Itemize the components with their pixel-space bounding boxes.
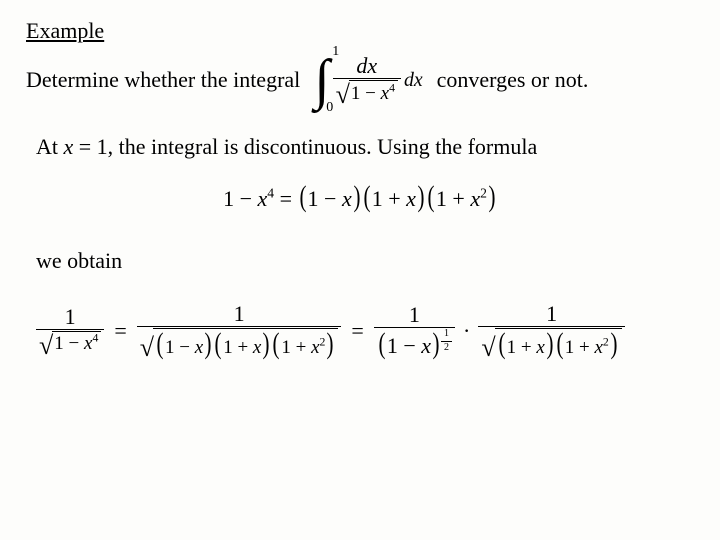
radicand-const: 1 − xyxy=(351,83,381,104)
n1: 1 xyxy=(62,305,79,328)
equation-chain: 1 √ 1 − x4 = 1 √ (1 − x)(1 + x)(1 + x2) xyxy=(36,302,694,359)
n2: 1 xyxy=(231,302,248,325)
dot-icon: · xyxy=(461,318,472,344)
f1a: 1 − xyxy=(308,186,342,211)
integral-lower: 0 xyxy=(326,100,333,116)
f3a: 1 + xyxy=(436,186,470,211)
q2a: 1 + xyxy=(507,337,537,358)
equals-2: = xyxy=(347,318,367,344)
r1v: x xyxy=(421,333,431,358)
m3a: 1 + xyxy=(281,337,311,358)
term-lhs: 1 √ 1 − x4 xyxy=(36,305,104,357)
l1a: 1 − xyxy=(54,333,84,354)
radical-icon: √ xyxy=(481,335,495,361)
n4: 1 xyxy=(543,302,560,325)
text-converges: converges or not. xyxy=(437,67,589,93)
text-rest: = 1, the integral is discontinuous. Usin… xyxy=(73,134,537,159)
f1v: x xyxy=(342,186,352,211)
equals-1: = xyxy=(110,318,130,344)
f3v: x xyxy=(470,186,480,211)
n3: 1 xyxy=(406,303,423,326)
integral-symbol-icon: ∫ xyxy=(314,54,329,106)
term-r2: 1 √ (1 + x)(1 + x2) xyxy=(478,302,624,359)
ebot: 2 xyxy=(441,343,452,354)
heading-example: Example xyxy=(26,18,694,44)
f2a: 1 + xyxy=(372,186,406,211)
q2v: x xyxy=(536,337,544,358)
m1a: 1 − xyxy=(165,337,195,358)
sentence-integral: Determine whether the integral 1 ∫ 0 dx … xyxy=(26,54,694,106)
text-at: At xyxy=(36,134,64,159)
m2v: x xyxy=(253,337,261,358)
m2a: 1 + xyxy=(223,337,253,358)
integral-upper: 1 xyxy=(332,44,339,60)
term-r1: 1 (1 − x)12 xyxy=(374,303,455,359)
radicand-exp: 4 xyxy=(389,81,395,94)
q3a: 1 + xyxy=(565,337,595,358)
radical-icon: √ xyxy=(39,333,53,359)
integral-numerator: dx xyxy=(356,53,377,78)
var-x: x xyxy=(64,134,74,159)
factorization-formula: 1 − x4 = (1 − x)(1 + x)(1 + x2) xyxy=(26,182,694,212)
m1v: x xyxy=(195,337,203,358)
text-determine: Determine whether the integral xyxy=(26,67,300,93)
integral-trailing-dx: dx xyxy=(404,69,423,92)
radical-icon: √ xyxy=(336,82,350,108)
q3e: 2 xyxy=(603,336,609,349)
f3e: 2 xyxy=(480,186,487,201)
radicand-var: x xyxy=(381,83,389,104)
radical-icon: √ xyxy=(140,335,154,361)
q3v: x xyxy=(594,337,602,358)
sentence-discontinuous: At x = 1, the integral is discontinuous.… xyxy=(36,134,694,160)
term-mid: 1 √ (1 − x)(1 + x)(1 + x2) xyxy=(137,302,342,359)
m3v: x xyxy=(311,337,319,358)
integral-expression: 1 ∫ 0 dx √ 1 − x4 dx xyxy=(314,54,422,106)
lhs-exp: 4 xyxy=(267,186,274,201)
etop: 1 xyxy=(441,329,452,340)
f2v: x xyxy=(406,186,416,211)
lhs-const: 1 − xyxy=(223,186,257,211)
text-we-obtain: we obtain xyxy=(36,248,694,274)
r1a: 1 − xyxy=(387,333,421,358)
lhs-var: x xyxy=(258,186,268,211)
l1e: 4 xyxy=(92,332,98,345)
m3e: 2 xyxy=(320,336,326,349)
equals-sign: = xyxy=(280,186,298,211)
